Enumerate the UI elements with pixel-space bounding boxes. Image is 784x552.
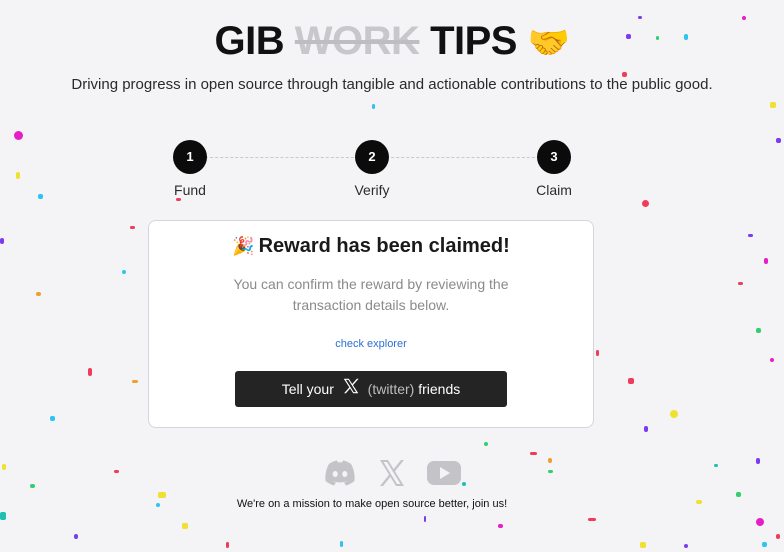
social-links bbox=[0, 458, 784, 488]
confetti-piece bbox=[756, 518, 764, 526]
confetti-piece bbox=[642, 200, 649, 207]
confetti-piece bbox=[50, 416, 55, 421]
confetti-piece bbox=[74, 534, 78, 539]
confetti-piece bbox=[770, 358, 774, 362]
step-number: 1 bbox=[173, 140, 207, 174]
mission-text: We're on a mission to make open source b… bbox=[236, 498, 508, 510]
confetti-piece bbox=[596, 350, 599, 356]
page-title: GIB WORK TIPS 🤝 bbox=[0, 14, 784, 70]
title-start: GIB bbox=[214, 19, 285, 63]
page-subtitle: Driving progress in open source through … bbox=[71, 76, 713, 93]
step-number: 3 bbox=[537, 140, 571, 174]
card-title-text: Reward has been claimed! bbox=[258, 235, 510, 257]
confetti-piece bbox=[182, 523, 188, 529]
confetti-piece bbox=[770, 102, 776, 108]
party-popper-icon: 🎉 bbox=[232, 236, 255, 256]
confetti-piece bbox=[36, 292, 41, 296]
confetti-piece bbox=[0, 512, 6, 520]
youtube-icon[interactable] bbox=[426, 458, 462, 488]
confetti-piece bbox=[226, 542, 229, 548]
title-strikethrough: WORK bbox=[294, 19, 420, 63]
step-verify: 2 Verify bbox=[332, 140, 412, 198]
page: GIB WORK TIPS 🤝 Driving progress in open… bbox=[0, 0, 784, 552]
step-number: 2 bbox=[355, 140, 389, 174]
confetti-piece bbox=[588, 518, 596, 521]
step-claim: 3 Claim bbox=[514, 140, 594, 198]
confetti-piece bbox=[372, 104, 375, 109]
title-end: TIPS bbox=[430, 19, 517, 63]
check-explorer-link[interactable]: check explorer bbox=[335, 338, 407, 350]
confetti-piece bbox=[738, 282, 743, 285]
tell-friends-button[interactable]: Tell your (twitter) friends bbox=[235, 371, 507, 407]
confetti-piece bbox=[762, 542, 767, 547]
card-title: 🎉 Reward has been claimed! bbox=[149, 235, 593, 258]
confetti-piece bbox=[684, 544, 688, 548]
confetti-piece bbox=[498, 524, 503, 528]
confetti-piece bbox=[0, 238, 4, 244]
card-description: You can confirm the reward by reviewing … bbox=[233, 276, 509, 313]
confetti-piece bbox=[670, 410, 678, 418]
confetti-piece bbox=[340, 541, 343, 547]
share-prefix: Tell your bbox=[281, 381, 334, 397]
confetti-piece bbox=[132, 380, 138, 383]
confetti-piece bbox=[16, 172, 20, 179]
confetti-piece bbox=[776, 138, 781, 143]
confetti-piece bbox=[736, 492, 741, 497]
step-label: Fund bbox=[174, 182, 206, 198]
confetti-piece bbox=[530, 452, 537, 455]
step-label: Verify bbox=[354, 182, 390, 198]
x-icon[interactable] bbox=[374, 458, 410, 488]
x-logo-icon bbox=[342, 371, 360, 407]
confetti-piece bbox=[640, 542, 646, 548]
confetti-piece bbox=[424, 516, 426, 522]
share-platform: (twitter) bbox=[367, 381, 415, 397]
confetti-piece bbox=[484, 442, 488, 446]
confetti-piece bbox=[644, 426, 648, 432]
step-label: Claim bbox=[536, 182, 572, 198]
confetti-piece bbox=[88, 368, 92, 376]
share-suffix: friends bbox=[418, 381, 461, 397]
confetti-piece bbox=[122, 270, 126, 274]
discord-icon[interactable] bbox=[322, 458, 358, 488]
reward-card: 🎉 Reward has been claimed! You can confir… bbox=[148, 220, 594, 428]
confetti-piece bbox=[764, 258, 768, 264]
confetti-piece bbox=[130, 226, 135, 229]
progress-stepper: 1 Fund 2 Verify 3 Claim bbox=[150, 140, 600, 202]
confetti-piece bbox=[748, 234, 753, 237]
confetti-piece bbox=[38, 194, 43, 199]
confetti-piece bbox=[776, 534, 780, 539]
confetti-piece bbox=[14, 131, 23, 140]
confetti-piece bbox=[628, 378, 634, 384]
confetti-piece bbox=[756, 328, 761, 333]
step-fund: 1 Fund bbox=[150, 140, 230, 198]
handshake-icon: 🤝 bbox=[527, 24, 570, 63]
